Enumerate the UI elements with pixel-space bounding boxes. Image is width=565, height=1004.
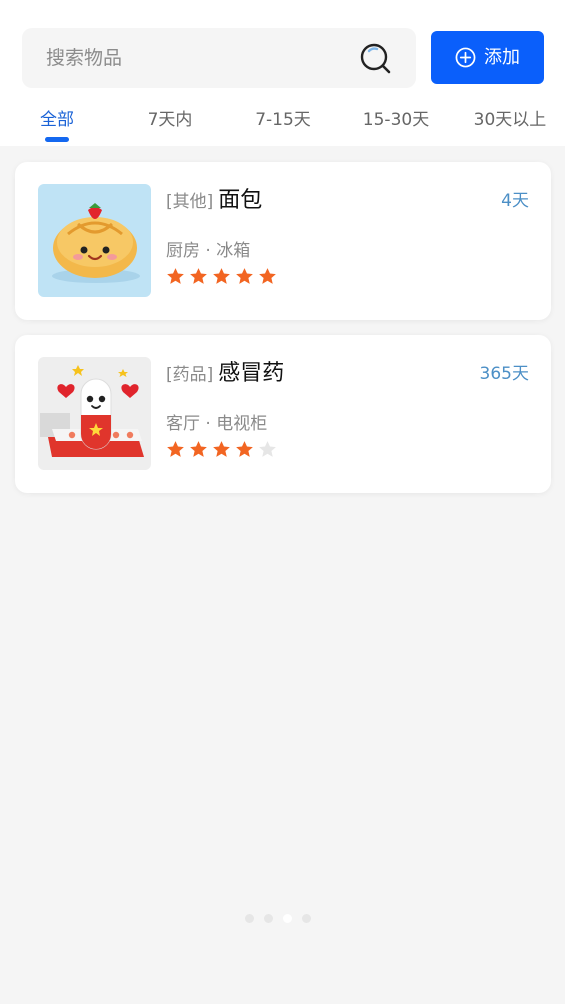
item-location: 客厅 · 电视柜	[166, 414, 268, 434]
star-filled-icon	[259, 268, 276, 284]
days-remaining: 365天	[479, 364, 529, 384]
top-bar: 搜索物品 添加 全部 7天内 7-15天 15-30天 30天以上	[0, 0, 565, 146]
add-button-label: 添加	[484, 46, 520, 68]
page-dot	[245, 914, 254, 923]
add-button[interactable]: 添加	[431, 31, 544, 84]
star-filled-icon	[167, 441, 184, 457]
star-filled-icon	[213, 441, 230, 457]
page-dot	[302, 914, 311, 923]
page-dot	[264, 914, 273, 923]
plus-circle-icon	[455, 47, 476, 68]
star-filled-icon	[213, 268, 230, 284]
search-input[interactable]: 搜索物品	[22, 28, 416, 88]
tab-within-7-days[interactable]: 7天内	[148, 104, 193, 136]
tab-7-15-days[interactable]: 7-15天	[255, 104, 311, 136]
bread-with-strawberry-image	[38, 184, 151, 297]
item-card[interactable]: [其他] 面包 4天 厨房 · 冰箱	[15, 162, 551, 320]
active-tab-indicator	[45, 137, 69, 142]
item-title: [药品] 感冒药	[166, 355, 284, 389]
star-filled-icon	[236, 268, 253, 284]
days-remaining: 4天	[501, 191, 529, 211]
item-title: [其他] 面包	[166, 182, 262, 216]
star-filled-icon	[236, 441, 253, 457]
search-placeholder: 搜索物品	[46, 47, 123, 69]
star-filled-icon	[190, 441, 207, 457]
item-name: 感冒药	[218, 361, 285, 386]
item-category: [药品]	[166, 365, 214, 385]
star-filled-icon	[190, 268, 207, 284]
item-card[interactable]: [药品] 感冒药 365天 客厅 · 电视柜	[15, 335, 551, 493]
item-name: 面包	[218, 188, 263, 213]
search-icon[interactable]	[359, 42, 393, 76]
tab-over-30-days[interactable]: 30天以上	[474, 104, 547, 136]
medicine-capsule-image	[38, 357, 151, 470]
star-rating	[166, 267, 277, 286]
item-category: [其他]	[166, 192, 214, 212]
star-empty-icon	[259, 441, 276, 457]
tab-all[interactable]: 全部	[40, 104, 74, 136]
item-location: 厨房 · 冰箱	[166, 241, 251, 261]
page-dot	[283, 914, 292, 923]
page-indicator	[245, 914, 311, 923]
star-filled-icon	[167, 268, 184, 284]
tab-15-30-days[interactable]: 15-30天	[363, 104, 429, 136]
star-rating	[166, 440, 277, 459]
